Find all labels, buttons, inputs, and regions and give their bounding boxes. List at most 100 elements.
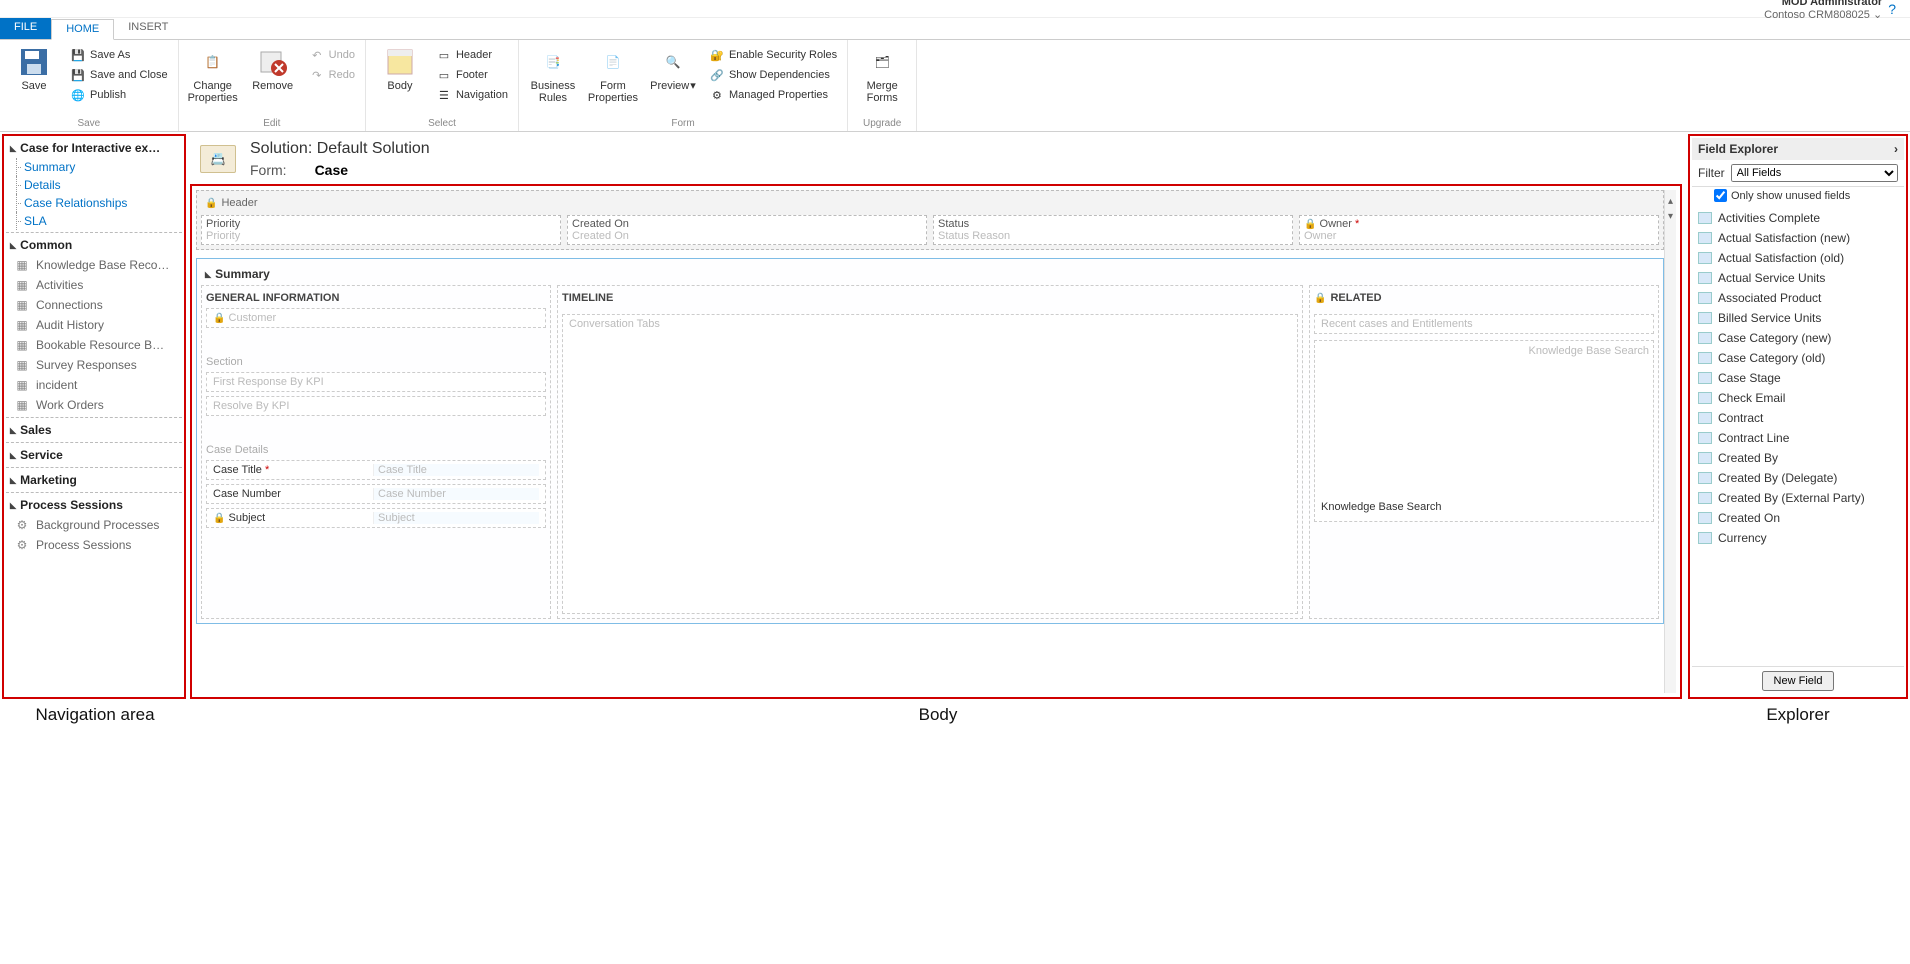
field-resolve-by[interactable]: Resolve By KPI (206, 396, 546, 416)
nav-item[interactable]: ⚙Background Processes (6, 515, 182, 535)
nav-process-head[interactable]: Process Sessions (6, 495, 182, 515)
field-item[interactable]: Activities Complete (1692, 208, 1904, 228)
form-props-icon: 📄 (597, 46, 629, 78)
header-button[interactable]: ▭Header (432, 46, 512, 64)
nav-item[interactable]: ▦Connections (6, 295, 182, 315)
form-canvas: 🔒Header PriorityPriorityCreated OnCreate… (190, 184, 1682, 699)
field-first-response[interactable]: First Response By KPI (206, 372, 546, 392)
field-item[interactable]: Contract (1692, 408, 1904, 428)
timeline-control[interactable]: Conversation Tabs (562, 314, 1298, 614)
user-name: MOD Administrator (1764, 0, 1882, 9)
form-properties-button[interactable]: 📄Form Properties (585, 44, 641, 116)
header-field[interactable]: Created OnCreated On (567, 215, 927, 245)
show-dependencies-button[interactable]: 🔗Show Dependencies (705, 66, 841, 84)
header-field[interactable]: PriorityPriority (201, 215, 561, 245)
field-item[interactable]: Created On (1692, 508, 1904, 528)
nav-item[interactable]: Case Relationships (6, 194, 182, 212)
field-item[interactable]: Case Category (old) (1692, 348, 1904, 368)
field-item[interactable]: Billed Service Units (1692, 308, 1904, 328)
summary-col-1[interactable]: GENERAL INFORMATION 🔒 Customer Section F… (201, 285, 551, 619)
nav-item[interactable]: ▦incident (6, 375, 182, 395)
nav-item[interactable]: Summary (6, 158, 182, 176)
nav-service-head[interactable]: Service (6, 445, 182, 465)
nav-item[interactable]: SLA (6, 212, 182, 230)
footer-button[interactable]: ▭Footer (432, 66, 512, 84)
collapse-handle[interactable]: ▴▾ (1664, 190, 1676, 693)
section-related[interactable]: 🔒RELATED (1314, 290, 1654, 308)
field-case-number[interactable]: Case NumberCase Number (206, 484, 546, 504)
expand-icon[interactable]: › (1894, 142, 1898, 156)
nav-item[interactable]: ⚙Process Sessions (6, 535, 182, 555)
enable-security-button[interactable]: 🔐Enable Security Roles (705, 46, 841, 64)
field-recent-cases[interactable]: Recent cases and Entitlements (1314, 314, 1654, 334)
field-item[interactable]: Created By (1692, 448, 1904, 468)
publish-button[interactable]: 🌐Publish (66, 86, 172, 104)
field-item[interactable]: Actual Satisfaction (old) (1692, 248, 1904, 268)
field-item[interactable]: Contract Line (1692, 428, 1904, 448)
tab-insert[interactable]: INSERT (114, 18, 182, 39)
form-header-section[interactable]: 🔒Header PriorityPriorityCreated OnCreate… (196, 190, 1664, 250)
field-icon (1698, 292, 1712, 304)
field-item[interactable]: Associated Product (1692, 288, 1904, 308)
field-item[interactable]: Created By (External Party) (1692, 488, 1904, 508)
field-item[interactable]: Case Stage (1692, 368, 1904, 388)
field-item[interactable]: Currency (1692, 528, 1904, 548)
kb-search-box[interactable]: Knowledge Base Search Knowledge Base Sea… (1314, 340, 1654, 522)
redo-button[interactable]: ↷Redo (305, 66, 359, 84)
nav-item[interactable]: ▦Audit History (6, 315, 182, 335)
field-case-title[interactable]: Case Title *Case Title (206, 460, 546, 480)
field-subject[interactable]: 🔒 SubjectSubject (206, 508, 546, 528)
redo-icon: ↷ (309, 67, 325, 83)
tab-summary-title[interactable]: Summary (201, 263, 1659, 285)
group-label-form: Form (525, 116, 841, 129)
nav-item[interactable]: ▦Bookable Resource B… (6, 335, 182, 355)
tab-summary[interactable]: Summary GENERAL INFORMATION 🔒 Customer S… (196, 258, 1664, 624)
field-item[interactable]: Actual Service Units (1692, 268, 1904, 288)
save-button[interactable]: Save (6, 44, 62, 116)
nav-item[interactable]: Details (6, 176, 182, 194)
new-field-button[interactable]: New Field (1762, 671, 1835, 691)
tab-home[interactable]: HOME (51, 19, 114, 40)
nav-item[interactable]: ▦Activities (6, 275, 182, 295)
body-button[interactable]: Body (372, 44, 428, 116)
help-icon[interactable]: ? (1888, 1, 1896, 17)
header-field[interactable]: StatusStatus Reason (933, 215, 1293, 245)
nav-sales-head[interactable]: Sales (6, 420, 182, 440)
ribbon: Save 💾Save As 💾Save and Close 🌐Publish S… (0, 40, 1910, 132)
section-case-details[interactable]: Case Details (206, 442, 546, 460)
merge-forms-button[interactable]: 🗂Merge Forms (854, 44, 910, 116)
summary-col-2[interactable]: TIMELINE Conversation Tabs (557, 285, 1303, 619)
navigation-button[interactable]: ☰Navigation (432, 86, 512, 104)
field-item[interactable]: Check Email (1692, 388, 1904, 408)
nav-common-head[interactable]: Common (6, 235, 182, 255)
remove-button[interactable]: Remove (245, 44, 301, 116)
section-unnamed[interactable]: Section (206, 354, 546, 372)
field-item[interactable]: Created By (Delegate) (1692, 468, 1904, 488)
field-customer[interactable]: 🔒 Customer (206, 308, 546, 328)
summary-col-3[interactable]: 🔒RELATED Recent cases and Entitlements K… (1309, 285, 1659, 619)
entity-icon: ▦ (14, 297, 30, 313)
section-timeline[interactable]: TIMELINE (562, 290, 1298, 308)
tab-file[interactable]: FILE (0, 18, 51, 39)
undo-button[interactable]: ↶Undo (305, 46, 359, 64)
field-item[interactable]: Case Category (new) (1692, 328, 1904, 348)
nav-entity-head[interactable]: Case for Interactive ex… (6, 138, 182, 158)
save-close-button[interactable]: 💾Save and Close (66, 66, 172, 84)
change-properties-button[interactable]: 📋 Change Properties (185, 44, 241, 116)
managed-properties-button[interactable]: ⚙Managed Properties (705, 86, 841, 104)
header-field[interactable]: 🔒 Owner *Owner (1299, 215, 1659, 245)
nav-marketing-head[interactable]: Marketing (6, 470, 182, 490)
nav-item[interactable]: ▦Work Orders (6, 395, 182, 415)
preview-button[interactable]: 🔍Preview▾ (645, 44, 701, 116)
filter-label: Filter (1698, 166, 1725, 180)
save-as-button[interactable]: 💾Save As (66, 46, 172, 64)
section-general-info[interactable]: GENERAL INFORMATION (206, 290, 546, 308)
field-item[interactable]: Actual Satisfaction (new) (1692, 228, 1904, 248)
nav-item[interactable]: ▦Knowledge Base Reco… (6, 255, 182, 275)
only-unused-checkbox[interactable] (1714, 189, 1727, 202)
nav-item[interactable]: ▦Survey Responses (6, 355, 182, 375)
business-rules-button[interactable]: 📑Business Rules (525, 44, 581, 116)
chevron-down-icon[interactable]: ⌄ (1873, 9, 1882, 21)
navigation-area: Case for Interactive ex… SummaryDetailsC… (2, 134, 186, 699)
filter-select[interactable]: All Fields (1731, 164, 1898, 182)
